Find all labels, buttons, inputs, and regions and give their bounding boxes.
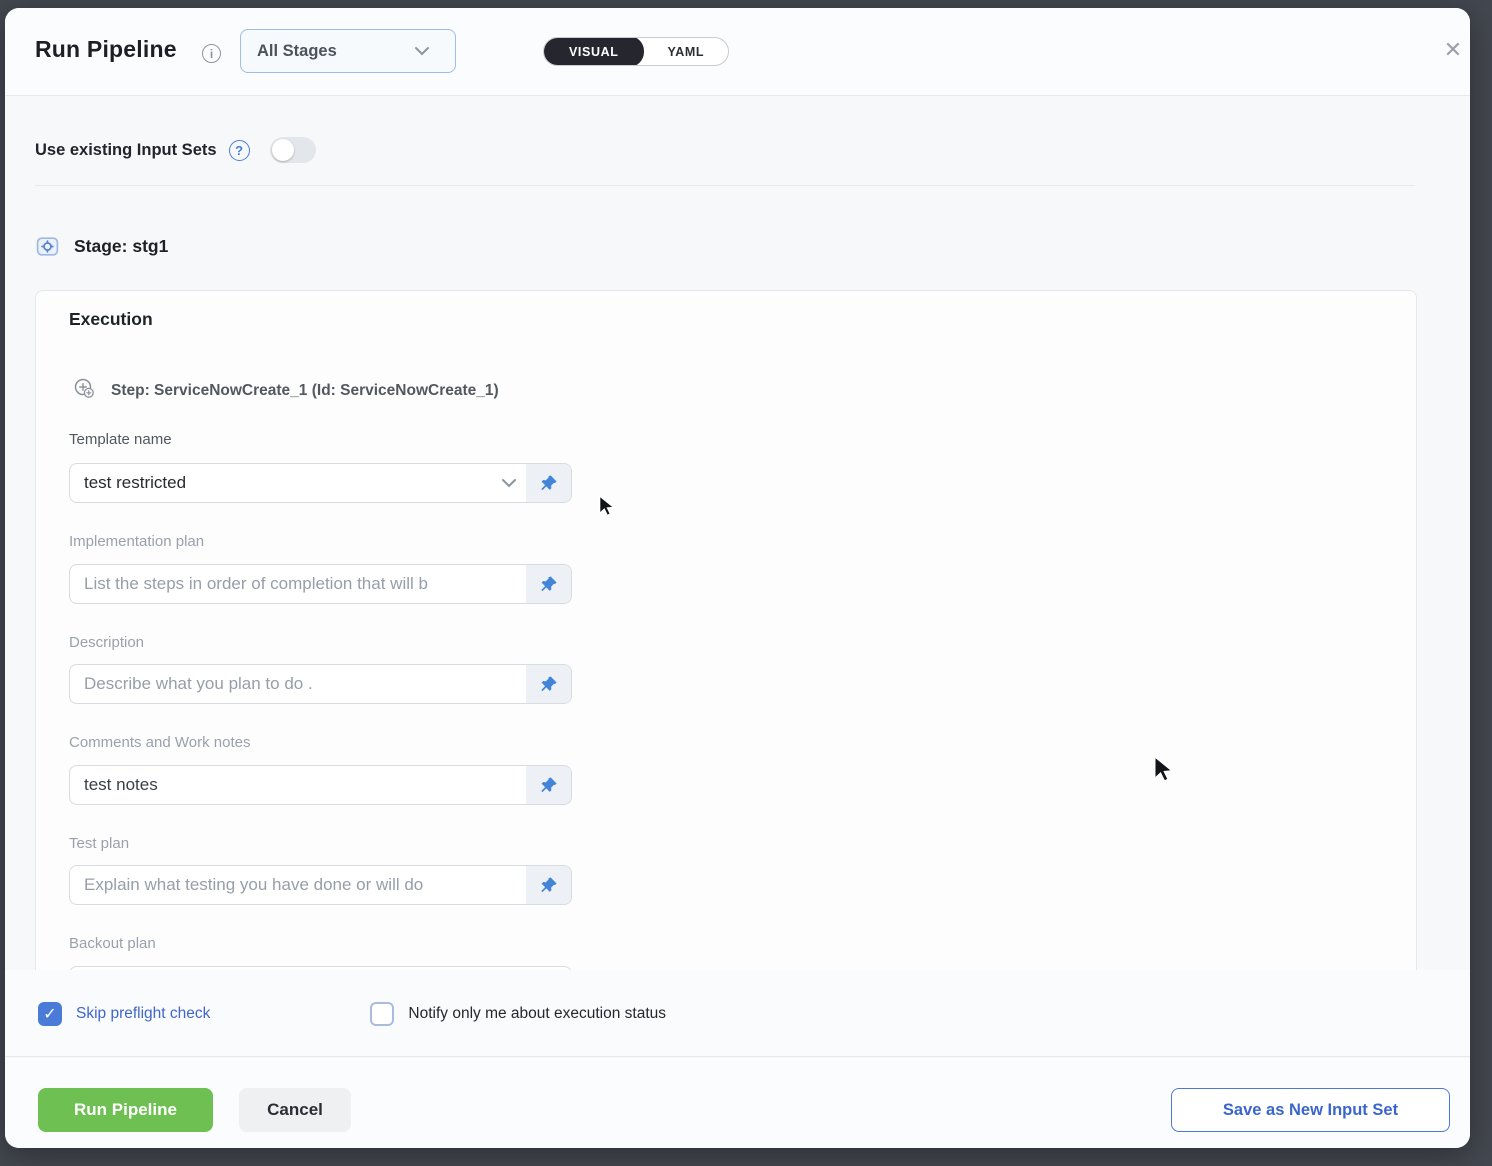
preflight-band: ✓ Skip preflight check Notify only me ab… [5, 970, 1470, 1057]
info-icon[interactable]: i [202, 44, 221, 63]
checkbox-row: ✓ Skip preflight check Notify only me ab… [38, 1002, 666, 1026]
step-label: Step: ServiceNowCreate_1 (Id: ServiceNow… [111, 382, 499, 400]
field-label-comments: Comments and Work notes [69, 734, 250, 751]
template-name-value: test restricted [70, 473, 492, 493]
help-icon[interactable]: ? [229, 140, 250, 161]
pin-icon[interactable] [526, 565, 571, 603]
tab-yaml[interactable]: YAML [643, 37, 728, 66]
notify-me-checkbox[interactable] [370, 1002, 394, 1026]
execution-card: Execution Step: ServiceNowCreate_1 (Id: … [35, 290, 1417, 970]
stages-select-value: All Stages [257, 42, 405, 61]
stage-label: Stage: stg1 [74, 236, 168, 257]
skip-preflight-checkbox[interactable]: ✓ [38, 1002, 62, 1026]
header-divider [35, 185, 1415, 186]
field-label-backout-plan: Backout plan [69, 935, 156, 952]
stages-select[interactable]: All Stages [240, 29, 456, 73]
pin-icon[interactable] [526, 665, 571, 703]
comments-field [69, 765, 572, 805]
implementation-plan-field [69, 564, 572, 604]
pin-icon[interactable] [526, 866, 571, 904]
save-as-new-input-set-button[interactable]: Save as New Input Set [1171, 1088, 1450, 1132]
toggle-knob [272, 139, 294, 161]
cancel-button[interactable]: Cancel [239, 1088, 351, 1132]
field-label-test-plan: Test plan [69, 835, 129, 852]
field-label-description: Description [69, 634, 144, 651]
chevron-down-icon [405, 46, 439, 56]
pin-icon[interactable] [526, 464, 571, 502]
test-plan-field [69, 865, 572, 905]
modal-header: Run Pipeline i All Stages VISUAL YAML ✕ [5, 8, 1470, 96]
test-plan-input[interactable] [70, 866, 526, 904]
description-field [69, 664, 572, 704]
tab-visual[interactable]: VISUAL [543, 37, 644, 66]
chevron-down-icon [492, 478, 526, 488]
pin-icon[interactable] [526, 766, 571, 804]
skip-preflight-label[interactable]: Skip preflight check [76, 1005, 210, 1023]
field-label-template-name: Template name [69, 431, 172, 448]
step-icon [73, 377, 95, 404]
stage-icon [35, 234, 60, 259]
use-input-sets-row: Use existing Input Sets ? [35, 135, 316, 165]
step-row: Step: ServiceNowCreate_1 (Id: ServiceNow… [73, 377, 499, 404]
visual-yaml-toggle: VISUAL YAML [543, 37, 729, 66]
run-pipeline-button[interactable]: Run Pipeline [38, 1088, 213, 1132]
close-icon[interactable]: ✕ [1437, 34, 1469, 66]
description-input[interactable] [70, 665, 526, 703]
use-input-sets-toggle[interactable] [270, 137, 316, 163]
page-title: Run Pipeline [35, 36, 177, 63]
use-input-sets-label: Use existing Input Sets [35, 141, 217, 160]
comments-input[interactable] [70, 766, 526, 804]
notify-me-label[interactable]: Notify only me about execution status [408, 1005, 666, 1023]
implementation-plan-input[interactable] [70, 565, 526, 603]
stage-row: Stage: stg1 [35, 234, 168, 259]
run-pipeline-modal: Run Pipeline i All Stages VISUAL YAML ✕ … [5, 8, 1470, 1148]
template-name-select[interactable]: test restricted [69, 463, 572, 503]
field-label-implementation-plan: Implementation plan [69, 533, 204, 550]
footer-buttons: Run Pipeline Cancel Save as New Input Se… [5, 1058, 1470, 1148]
execution-title: Execution [69, 309, 153, 330]
